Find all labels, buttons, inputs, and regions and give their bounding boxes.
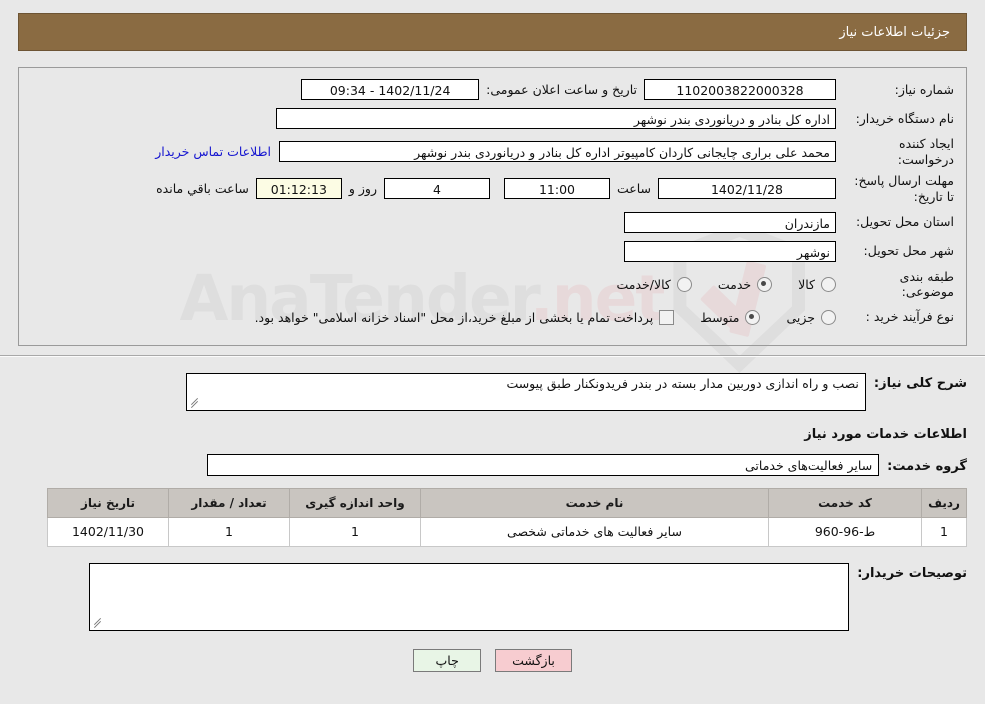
general-description-label: شرح کلی نیاز: — [873, 375, 967, 391]
city-value: نوشهر — [624, 240, 836, 262]
radio-goods-service-icon[interactable] — [676, 276, 692, 292]
city-label: شهر محل تحویل: — [863, 243, 954, 259]
col-unit: واحد اندازه گیری — [289, 487, 421, 518]
row-service-group: گروه خدمت: سایر فعالیت‌های خدماتی — [18, 453, 967, 476]
comments-resize-grip-icon[interactable] — [92, 617, 102, 629]
need-details-section: شرح کلی نیاز: نصب و راه اندازی دوربین مد… — [18, 357, 967, 672]
process-option-medium-label: متوسط — [700, 309, 740, 325]
announce-label: تاریخ و ساعت اعلان عمومی: — [486, 82, 637, 97]
remaining-days-label: روز و — [348, 181, 377, 197]
row-deadline: مهلت ارسال پاسخ: تا تاریخ: 1402/11/28 سا… — [31, 173, 954, 204]
countdown-label: ساعت باقي مانده — [156, 181, 249, 197]
org-value: اداره کل بنادر و دریانوردی بندر نوشهر — [276, 108, 836, 129]
page-root: جزئیات اطلاعات نیاز شماره نیاز: 11020038… — [0, 13, 985, 672]
buyer-contact-link[interactable]: اطلاعات تماس خریدار — [147, 144, 279, 159]
category-option-goods-service-label: کالا/خدمت — [616, 276, 671, 292]
cell-code: ط-96-960 — [768, 516, 922, 547]
col-name: نام خدمت — [420, 487, 769, 518]
process-option-medium[interactable]: متوسط — [700, 309, 761, 325]
remaining-days-value: 4 — [383, 178, 490, 200]
radio-service-icon[interactable] — [757, 276, 773, 292]
col-quantity: تعداد / مقدار — [168, 487, 290, 518]
category-option-goods-service[interactable]: کالا/خدمت — [616, 276, 692, 292]
category-option-service-label: خدمت — [717, 276, 752, 292]
row-category: طبقه بندی موضوعی: کالا خدمت کالا/خدمت — [31, 269, 954, 300]
process-option-minor[interactable]: جزیی — [786, 309, 836, 325]
category-option-service[interactable]: خدمت — [717, 276, 773, 292]
process-label: نوع فرآیند خرید : — [865, 309, 954, 325]
row-general-description: شرح کلی نیاز: نصب و راه اندازی دوربین مد… — [18, 372, 967, 411]
province-label: استان محل تحویل: — [855, 214, 954, 230]
cell-quantity: 1 — [168, 516, 290, 547]
table-row: 1 ط-96-960 سایر فعالیت های خدماتی شخصی 1… — [47, 516, 967, 547]
deadline-time-value: 11:00 — [503, 178, 610, 200]
province-value: مازندران — [624, 211, 836, 233]
deadline-label: مهلت ارسال پاسخ: تا تاریخ: — [854, 173, 954, 204]
table-header-row: ردیف کد خدمت نام خدمت واحد اندازه گیری ت… — [47, 487, 967, 518]
countdown-timer: 01:12:13 — [255, 178, 342, 200]
deadline-time-label: ساعت — [616, 181, 651, 197]
cell-name: سایر فعالیت های خدماتی شخصی — [420, 516, 769, 547]
services-table: ردیف کد خدمت نام خدمت واحد اندازه گیری ت… — [47, 487, 967, 547]
col-need-date: تاریخ نیاز — [47, 487, 169, 518]
page-title: جزئیات اطلاعات نیاز — [839, 24, 950, 40]
need-info-panel: شماره نیاز: 1102003822000328 تاریخ و ساع… — [18, 67, 967, 346]
buyer-comments-label: توصیحات خریدار: — [857, 565, 967, 581]
service-group-label: گروه خدمت: — [887, 458, 967, 474]
need-number-label: شماره نیاز: — [894, 81, 954, 97]
row-organization: نام دستگاه خریدار: اداره کل بنادر و دریا… — [31, 107, 954, 130]
creator-value: محمد علی براری چایجانی کاردان کامپیوتر ا… — [279, 141, 836, 163]
resize-grip-icon[interactable] — [189, 397, 199, 409]
deadline-date-value: 1402/11/28 — [658, 178, 836, 200]
process-option-minor-label: جزیی — [786, 309, 815, 325]
back-button[interactable]: بازگشت — [495, 648, 572, 672]
category-option-goods-label: کالا — [798, 276, 815, 292]
cell-need-date: 1402/11/30 — [47, 516, 169, 547]
treasury-bond-checkbox[interactable] — [659, 309, 675, 325]
org-label: نام دستگاه خریدار: — [855, 110, 954, 126]
cell-unit: 1 — [289, 516, 421, 547]
row-city: شهر محل تحویل: نوشهر — [31, 240, 954, 263]
services-heading: اطلاعات خدمات مورد نیاز — [804, 426, 967, 442]
general-description-text: نصب و راه اندازی دوربین مدار بسته در بند… — [506, 375, 859, 391]
treasury-bond-note: پرداخت تمام یا بخشی از مبلغ خرید،از محل … — [254, 309, 654, 325]
row-process-type: نوع فرآیند خرید : جزیی متوسط پرداخت تمام… — [31, 306, 954, 329]
cell-index: 1 — [921, 516, 967, 547]
row-creator: ایجاد کننده درخواست: محمد علی براری چایج… — [31, 136, 954, 167]
footer-actions: بازگشت چاپ — [18, 648, 967, 672]
service-group-value: سایر فعالیت‌های خدماتی — [207, 453, 880, 476]
category-label: طبقه بندی موضوعی: — [899, 268, 954, 300]
row-need-number: شماره نیاز: 1102003822000328 تاریخ و ساع… — [31, 78, 954, 101]
general-description-value: نصب و راه اندازی دوربین مدار بسته در بند… — [185, 372, 866, 411]
buyer-comments-value — [89, 562, 850, 631]
creator-label: ایجاد کننده درخواست: — [897, 136, 954, 167]
announce-value: 1402/11/24 - 09:34 — [301, 79, 480, 100]
print-button[interactable]: چاپ — [413, 648, 482, 672]
page-header: جزئیات اطلاعات نیاز — [18, 13, 967, 51]
need-number-value: 1102003822000328 — [644, 79, 836, 100]
col-index: ردیف — [921, 487, 967, 518]
row-buyer-comments: توصیحات خریدار: — [18, 562, 967, 631]
row-province: استان محل تحویل: مازندران — [31, 211, 954, 234]
radio-medium-icon[interactable] — [745, 309, 761, 325]
radio-minor-icon[interactable] — [821, 309, 836, 325]
radio-goods-icon[interactable] — [821, 276, 836, 292]
category-option-goods[interactable]: کالا — [798, 276, 836, 292]
col-code: کد خدمت — [768, 487, 922, 518]
